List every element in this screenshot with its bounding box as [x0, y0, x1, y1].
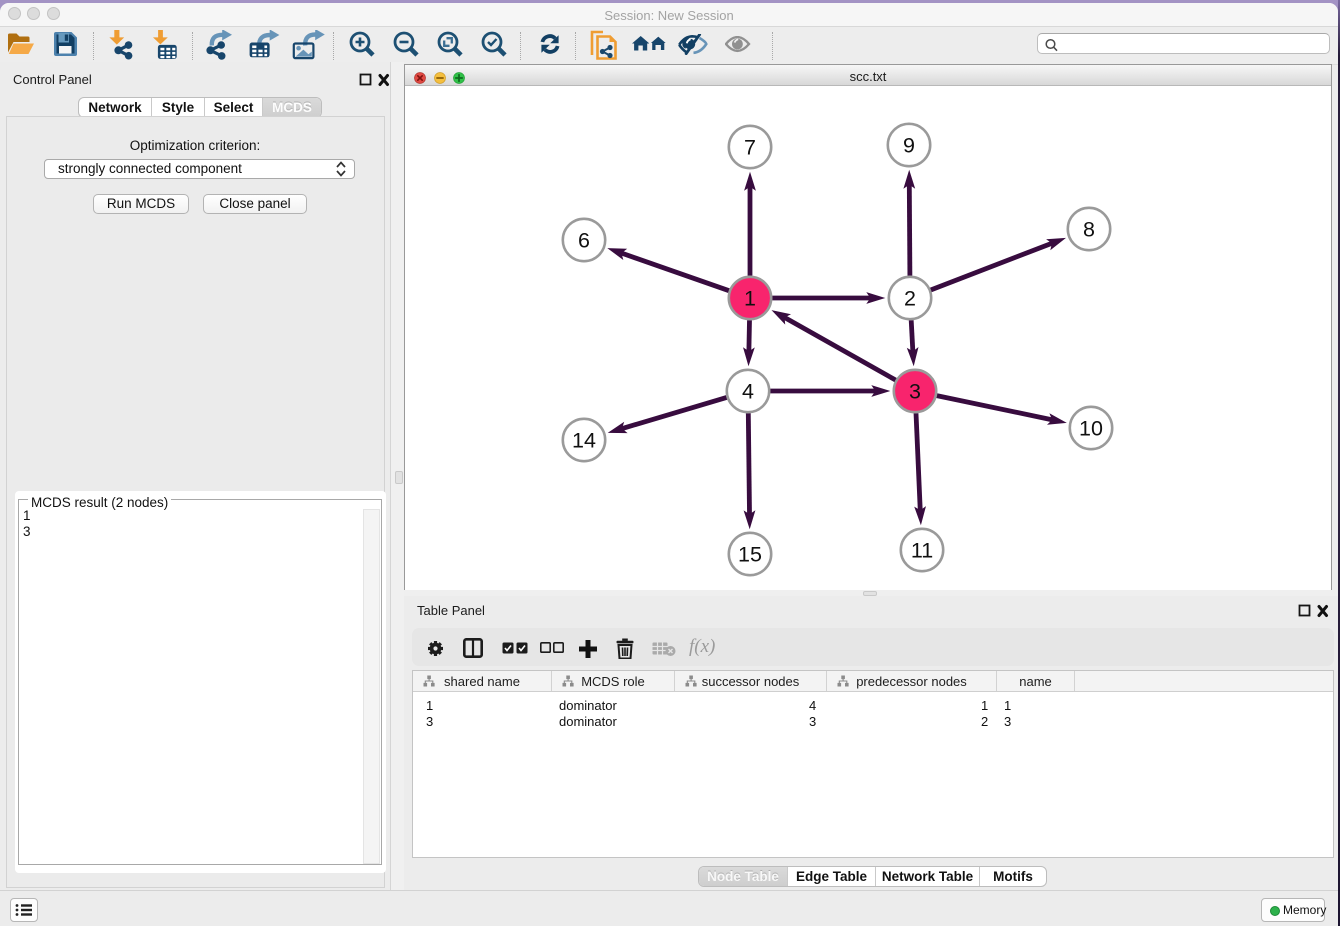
svg-text:2: 2 — [904, 287, 916, 311]
svg-text:1: 1 — [744, 287, 756, 311]
svg-text:15: 15 — [738, 543, 762, 567]
svg-text:4: 4 — [742, 380, 754, 404]
svg-text:8: 8 — [1083, 218, 1095, 242]
svg-text:9: 9 — [903, 134, 915, 158]
svg-text:3: 3 — [909, 380, 921, 404]
svg-text:6: 6 — [578, 229, 590, 253]
svg-text:7: 7 — [744, 136, 756, 160]
svg-text:10: 10 — [1079, 417, 1103, 441]
svg-text:14: 14 — [572, 429, 596, 453]
svg-text:11: 11 — [911, 539, 933, 563]
